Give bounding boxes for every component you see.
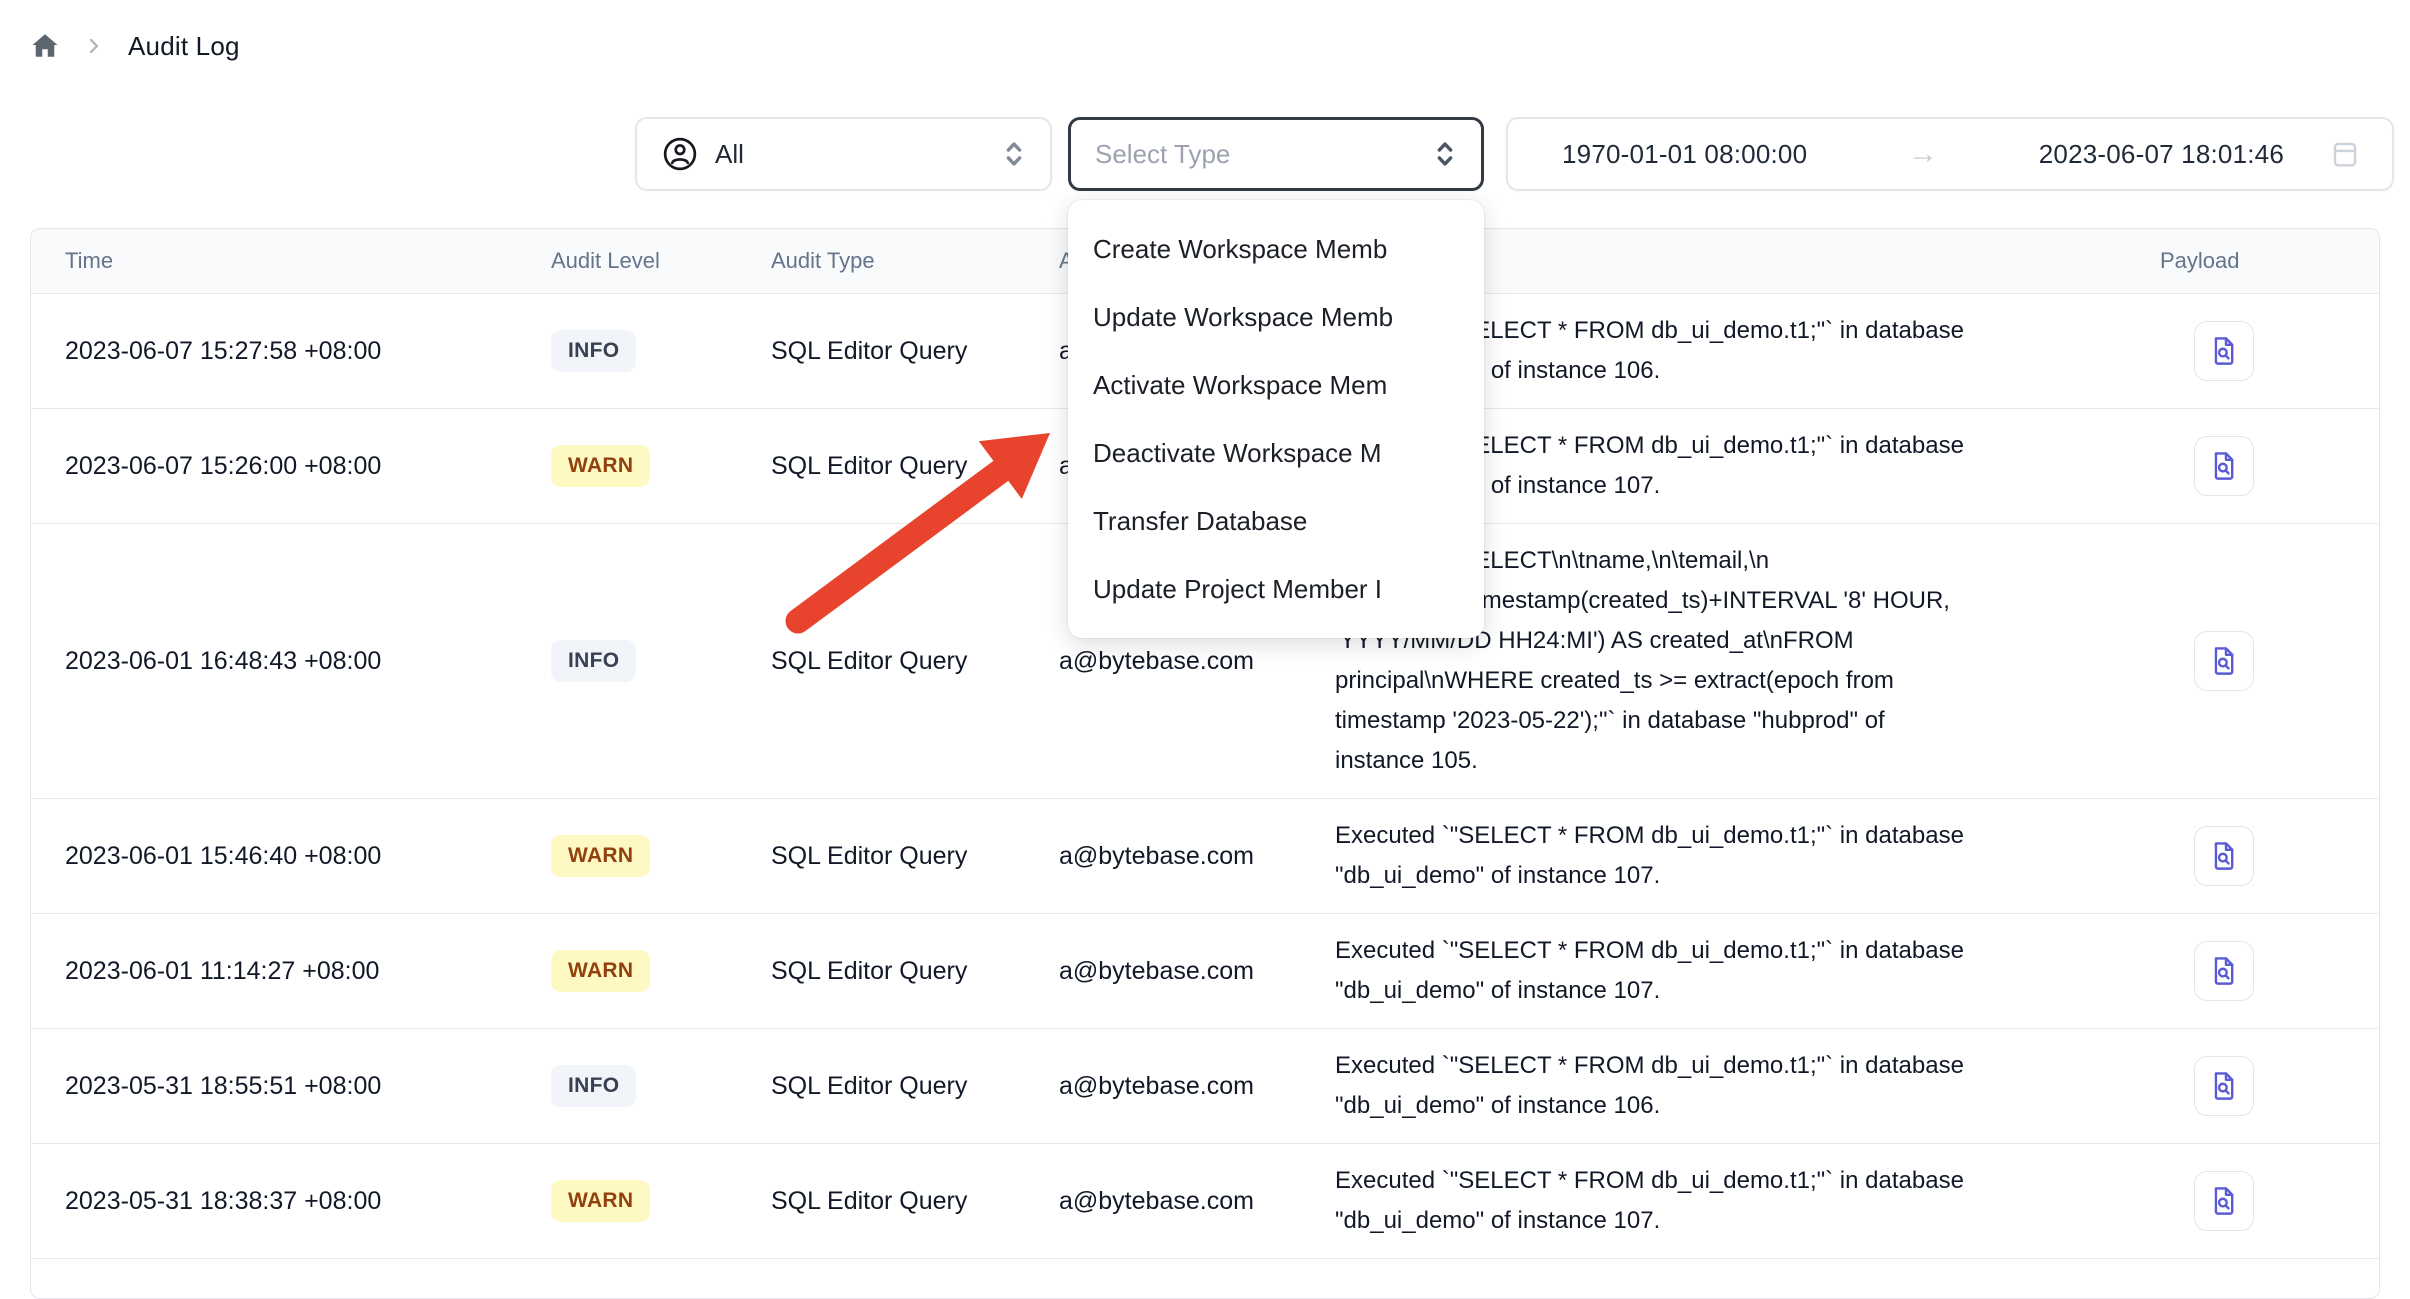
document-search-icon [2207, 1068, 2241, 1104]
cell-actor: a@bytebase.com [1059, 647, 1335, 676]
cell-payload [2135, 941, 2379, 1001]
type-option[interactable]: Update Project Member I [1068, 555, 1484, 623]
cell-actor: a@bytebase.com [1059, 957, 1335, 986]
date-range-end[interactable]: 2023-06-07 18:01:46 [2039, 139, 2284, 170]
page-title: Audit Log [128, 31, 240, 62]
type-option[interactable]: Create Workspace Memb [1068, 215, 1484, 283]
payload-view-button[interactable] [2194, 1056, 2254, 1116]
user-filter-select[interactable]: All [635, 117, 1052, 191]
table-row: 2023-05-31 18:38:37 +08:00 WARN SQL Edit… [31, 1143, 2379, 1258]
table-row: 2023-06-01 15:46:40 +08:00 WARN SQL Edit… [31, 798, 2379, 913]
payload-view-button[interactable] [2194, 941, 2254, 1001]
table-row: 2023-05-31 18:55:51 +08:00 INFO SQL Edit… [31, 1028, 2379, 1143]
cell-payload [2135, 826, 2379, 886]
document-search-icon [2207, 643, 2241, 679]
cell-actor: a@bytebase.com [1059, 842, 1335, 871]
cell-actor: a@bytebase.com [1059, 1187, 1335, 1216]
type-option[interactable]: Transfer Database [1068, 487, 1484, 555]
audit-level-badge: INFO [551, 1065, 636, 1107]
user-circle-icon [661, 135, 699, 173]
type-filter-dropdown: Create Workspace MembUpdate Workspace Me… [1068, 200, 1484, 638]
audit-level-badge: INFO [551, 330, 636, 372]
payload-view-button[interactable] [2194, 321, 2254, 381]
payload-view-button[interactable] [2194, 826, 2254, 886]
arrow-right-icon: → [1908, 137, 1938, 171]
document-search-icon [2207, 838, 2241, 874]
audit-level-badge: WARN [551, 950, 650, 992]
document-search-icon [2207, 1183, 2241, 1219]
type-option[interactable]: Deactivate Workspace M [1068, 419, 1484, 487]
cell-audit-type: SQL Editor Query [771, 452, 1059, 481]
cell-audit-type: SQL Editor Query [771, 842, 1059, 871]
cell-audit-type: SQL Editor Query [771, 337, 1059, 366]
chevron-updown-icon [1433, 137, 1457, 171]
cell-payload [2135, 631, 2379, 691]
column-header-audit-level: Audit Level [551, 248, 771, 274]
cell-time: 2023-05-31 18:38:37 +08:00 [65, 1187, 551, 1216]
cell-payload [2135, 1171, 2379, 1231]
column-header-payload: Payload [2135, 248, 2379, 274]
cell-time: 2023-06-07 15:27:58 +08:00 [65, 337, 551, 366]
audit-level-badge: WARN [551, 835, 650, 877]
column-header-audit-type: Audit Type [771, 248, 1059, 274]
cell-actor: a@bytebase.com [1059, 1072, 1335, 1101]
table-row: 2023-06-01 11:14:27 +08:00 WARN SQL Edit… [31, 913, 2379, 1028]
audit-level-badge: WARN [551, 1180, 650, 1222]
cell-audit-type: SQL Editor Query [771, 647, 1059, 676]
chevron-right-icon [86, 34, 102, 58]
type-option[interactable]: Activate Workspace Mem [1068, 351, 1484, 419]
cell-time: 2023-06-07 15:26:00 +08:00 [65, 452, 551, 481]
audit-level-badge: WARN [551, 445, 650, 487]
calendar-icon [2330, 137, 2360, 171]
date-range-picker[interactable]: 1970-01-01 08:00:00 → 2023-06-07 18:01:4… [1506, 117, 2394, 191]
user-filter-value: All [715, 139, 986, 170]
cell-comment: Executed `"SELECT * FROM db_ui_demo.t1;"… [1335, 1161, 2135, 1241]
cell-audit-level: WARN [551, 445, 771, 487]
type-filter-placeholder: Select Type [1095, 139, 1433, 170]
cell-audit-level: INFO [551, 330, 771, 372]
cell-audit-level: WARN [551, 835, 771, 877]
cell-audit-level: WARN [551, 950, 771, 992]
payload-view-button[interactable] [2194, 631, 2254, 691]
cell-comment: Executed `"SELECT * FROM db_ui_demo.t1;"… [1335, 816, 2135, 896]
payload-view-button[interactable] [2194, 436, 2254, 496]
chevron-updown-icon [1002, 137, 1026, 171]
type-option[interactable]: Update Workspace Memb [1068, 283, 1484, 351]
cell-time: 2023-05-31 18:55:51 +08:00 [65, 1072, 551, 1101]
type-filter-select[interactable]: Select Type [1068, 117, 1484, 191]
cell-comment: Executed `"SELECT * FROM db_ui_demo.t1;"… [1335, 931, 2135, 1011]
payload-view-button[interactable] [2194, 1171, 2254, 1231]
home-icon[interactable] [30, 31, 60, 61]
cell-audit-level: WARN [551, 1180, 771, 1222]
document-search-icon [2207, 953, 2241, 989]
document-search-icon [2207, 333, 2241, 369]
cell-payload [2135, 1056, 2379, 1116]
table-row-partial [31, 1258, 2379, 1298]
cell-time: 2023-06-01 11:14:27 +08:00 [65, 957, 551, 986]
date-range-start[interactable]: 1970-01-01 08:00:00 [1562, 139, 1807, 170]
cell-payload [2135, 321, 2379, 381]
cell-time: 2023-06-01 16:48:43 +08:00 [65, 647, 551, 676]
cell-audit-type: SQL Editor Query [771, 1187, 1059, 1216]
cell-audit-level: INFO [551, 1065, 771, 1107]
breadcrumb: Audit Log [30, 22, 240, 70]
cell-audit-type: SQL Editor Query [771, 1072, 1059, 1101]
cell-audit-type: SQL Editor Query [771, 957, 1059, 986]
document-search-icon [2207, 448, 2241, 484]
cell-time: 2023-06-01 15:46:40 +08:00 [65, 842, 551, 871]
cell-audit-level: INFO [551, 640, 771, 682]
column-header-time: Time [65, 248, 551, 274]
cell-comment: Executed `"SELECT * FROM db_ui_demo.t1;"… [1335, 1046, 2135, 1126]
cell-payload [2135, 436, 2379, 496]
audit-level-badge: INFO [551, 640, 636, 682]
